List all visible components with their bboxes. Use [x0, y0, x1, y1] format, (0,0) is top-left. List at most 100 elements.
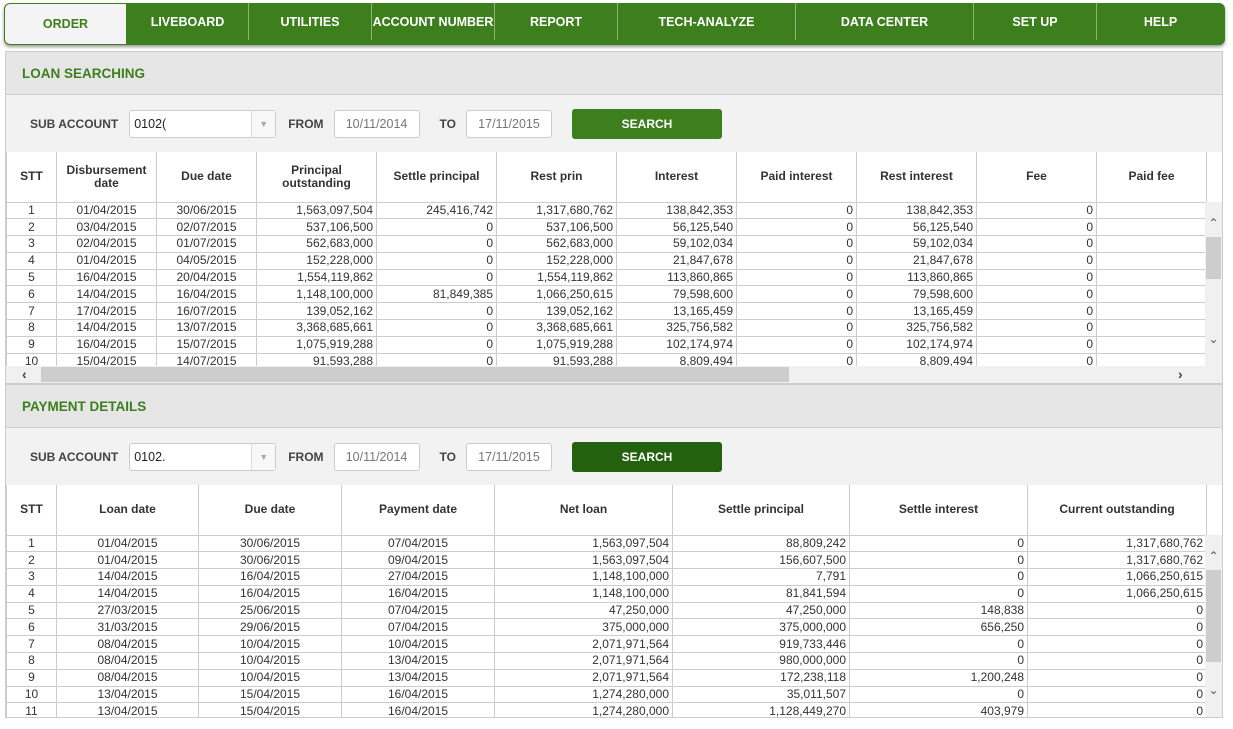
table-row[interactable]: 2 03/04/2015 02/07/2015 537,106,500 0 537,106…	[6, 218, 1207, 237]
column-header[interactable]: Rest interest	[856, 152, 977, 203]
payment-filter-bar: SUB ACCOUNT 0102. ▼ FROM 10/11/2014 TO 17…	[6, 428, 1222, 485]
column-header[interactable]: Paid interest	[736, 152, 857, 203]
table-cell	[1096, 335, 1207, 354]
nav-tab-utilities[interactable]: UTILITIES	[249, 3, 372, 40]
table-cell: 1,148,100,000	[494, 584, 673, 603]
table-cell	[1096, 285, 1207, 304]
to-date-input[interactable]: 17/11/2015	[466, 109, 552, 138]
column-header[interactable]: STT	[6, 152, 57, 203]
table-cell: 02/07/2015	[156, 218, 257, 237]
table-row[interactable]: 9 08/04/2015 10/04/2015 13/04/2015 2,071,971…	[6, 668, 1207, 687]
table-row[interactable]: 5 16/04/2015 20/04/2015 1,554,119,862 0 1,554…	[6, 268, 1207, 287]
scroll-left-icon[interactable]: ‹	[22, 366, 27, 382]
table-row[interactable]: 4 14/04/2015 16/04/2015 16/04/2015 1,148,100…	[6, 584, 1207, 603]
scroll-thumb[interactable]	[1206, 570, 1221, 662]
column-header[interactable]: Settle principal	[672, 485, 850, 536]
column-header[interactable]: Paid fee	[1096, 152, 1207, 203]
column-header[interactable]: Due date	[156, 152, 257, 203]
table-cell: 79,598,600	[616, 285, 737, 304]
table-row[interactable]: 3 14/04/2015 16/04/2015 27/04/2015 1,148,100…	[6, 568, 1207, 586]
column-header[interactable]: Interest	[616, 152, 737, 203]
table-cell: 16/04/2015	[341, 702, 495, 717]
scroll-thumb[interactable]	[41, 367, 789, 382]
table-cell: 31/03/2015	[56, 618, 199, 637]
column-header[interactable]: Due date	[198, 485, 342, 536]
column-header[interactable]: Settle principal	[376, 152, 497, 203]
loan-vertical-scrollbar[interactable]: ⌃ ⌄	[1205, 202, 1222, 366]
column-header[interactable]: Settle interest	[849, 485, 1028, 536]
table-cell: 07/04/2015	[341, 618, 495, 637]
table-cell: 29/06/2015	[198, 618, 342, 637]
table-row[interactable]: 2 01/04/2015 30/06/2015 09/04/2015 1,563,097…	[6, 551, 1207, 570]
table-row[interactable]: 1 01/04/2015 30/06/2015 07/04/2015 1,563,097…	[6, 534, 1207, 553]
table-cell: 4	[6, 584, 57, 603]
to-date-input[interactable]: 17/11/2015	[466, 442, 552, 471]
from-date-input[interactable]: 10/11/2014	[333, 109, 420, 138]
table-cell	[1096, 319, 1207, 337]
table-row[interactable]: 6 14/04/2015 16/04/2015 1,148,100,000 81,849…	[6, 285, 1207, 304]
table-row[interactable]: 8 08/04/2015 10/04/2015 13/04/2015 2,071,971…	[6, 652, 1207, 670]
table-row[interactable]: 9 16/04/2015 15/07/2015 1,075,919,288 0 1,075…	[6, 335, 1207, 354]
nav-tab-account-number[interactable]: ACCOUNT NUMBER	[372, 3, 495, 40]
table-row[interactable]: 11 13/04/2015 15/04/2015 16/04/2015 1,274,28…	[6, 702, 1207, 717]
loan-horizontal-scrollbar[interactable]: ‹ ›	[6, 366, 1222, 383]
column-header[interactable]: Payment date	[341, 485, 495, 536]
column-header[interactable]: Rest prin	[496, 152, 617, 203]
table-cell: 656,250	[849, 618, 1028, 637]
table-cell: 59,102,034	[616, 235, 737, 253]
table-cell: 59,102,034	[856, 235, 977, 253]
scroll-up-icon[interactable]: ⌃	[1205, 549, 1222, 563]
table-cell: 102,174,974	[856, 335, 977, 354]
scroll-thumb[interactable]	[1206, 237, 1221, 279]
chevron-down-icon[interactable]: ▼	[251, 110, 276, 137]
column-header[interactable]: Disbursement date	[56, 152, 157, 203]
table-cell: 2	[6, 218, 57, 237]
table-cell: 13/04/2015	[341, 668, 495, 687]
table-cell: 16/04/2015	[56, 335, 157, 354]
table-row[interactable]: 7 08/04/2015 10/04/2015 10/04/2015 2,071,971…	[6, 635, 1207, 654]
table-cell: 0	[376, 319, 497, 337]
loan-search-button[interactable]: SEARCH	[572, 108, 722, 139]
payment-search-button[interactable]: SEARCH	[572, 441, 722, 472]
table-row[interactable]: 10 13/04/2015 15/04/2015 16/04/2015 1,274,28…	[6, 685, 1207, 704]
table-cell: 152,228,000	[256, 251, 377, 270]
payment-vertical-scrollbar[interactable]: ⌃ ⌄	[1205, 535, 1222, 717]
column-header[interactable]: Current outstanding	[1027, 485, 1207, 536]
chevron-down-icon[interactable]: ▼	[251, 443, 276, 470]
nav-tab-help[interactable]: HELP	[1097, 3, 1224, 40]
table-row[interactable]: 4 01/04/2015 04/05/2015 152,228,000 0 152,228…	[6, 251, 1207, 270]
table-cell: 138,842,353	[856, 201, 977, 220]
scroll-down-icon[interactable]: ⌄	[1205, 332, 1222, 346]
column-header[interactable]: STT	[6, 485, 57, 536]
nav-tab-report[interactable]: REPORT	[495, 3, 618, 40]
scroll-down-icon[interactable]: ⌄	[1205, 683, 1222, 697]
table-row[interactable]: 1 01/04/2015 30/06/2015 1,563,097,504 245,41…	[6, 201, 1207, 220]
column-header[interactable]: Loan date	[56, 485, 199, 536]
sub-account-select[interactable]: 0102. ▼	[129, 442, 277, 471]
table-row[interactable]: 8 14/04/2015 13/07/2015 3,368,685,661 0 3,368…	[6, 319, 1207, 337]
column-header[interactable]: Principal outstanding	[256, 152, 377, 203]
nav-tab-order[interactable]: ORDER	[4, 3, 127, 45]
panel-title: PAYMENT DETAILS	[6, 385, 1222, 428]
column-header[interactable]: Fee	[976, 152, 1097, 203]
from-date-input[interactable]: 10/11/2014	[333, 442, 420, 471]
nav-tab-set-up[interactable]: SET UP	[974, 3, 1097, 40]
table-cell: 15/04/2015	[198, 685, 342, 704]
table-cell: 56,125,540	[616, 218, 737, 237]
table-cell: 0	[849, 551, 1028, 570]
table-cell: 13,165,459	[856, 302, 977, 321]
table-cell: 7	[6, 635, 57, 654]
table-row[interactable]: 6 31/03/2015 29/06/2015 07/04/2015 375,000,0…	[6, 618, 1207, 637]
nav-tab-liveboard[interactable]: LIVEBOARD	[127, 3, 249, 40]
sub-account-select[interactable]: 0102(▼	[129, 109, 277, 138]
table-row[interactable]: 3 02/04/2015 01/07/2015 562,683,000 0 562,683…	[6, 235, 1207, 253]
column-header[interactable]: Net loan	[494, 485, 673, 536]
nav-tab-tech-analyze[interactable]: TECH-ANALYZE	[618, 3, 796, 40]
table-cell: 9	[6, 335, 57, 354]
scroll-right-icon[interactable]: ›	[1178, 366, 1183, 382]
table-row[interactable]: 5 27/03/2015 25/06/2015 07/04/2015 47,250,00…	[6, 601, 1207, 620]
table-cell: 1,554,119,862	[496, 268, 617, 287]
table-row[interactable]: 7 17/04/2015 16/07/2015 139,052,162 0 139,052…	[6, 302, 1207, 321]
nav-tab-data-center[interactable]: DATA CENTER	[796, 3, 974, 40]
scroll-up-icon[interactable]: ⌃	[1205, 216, 1222, 230]
